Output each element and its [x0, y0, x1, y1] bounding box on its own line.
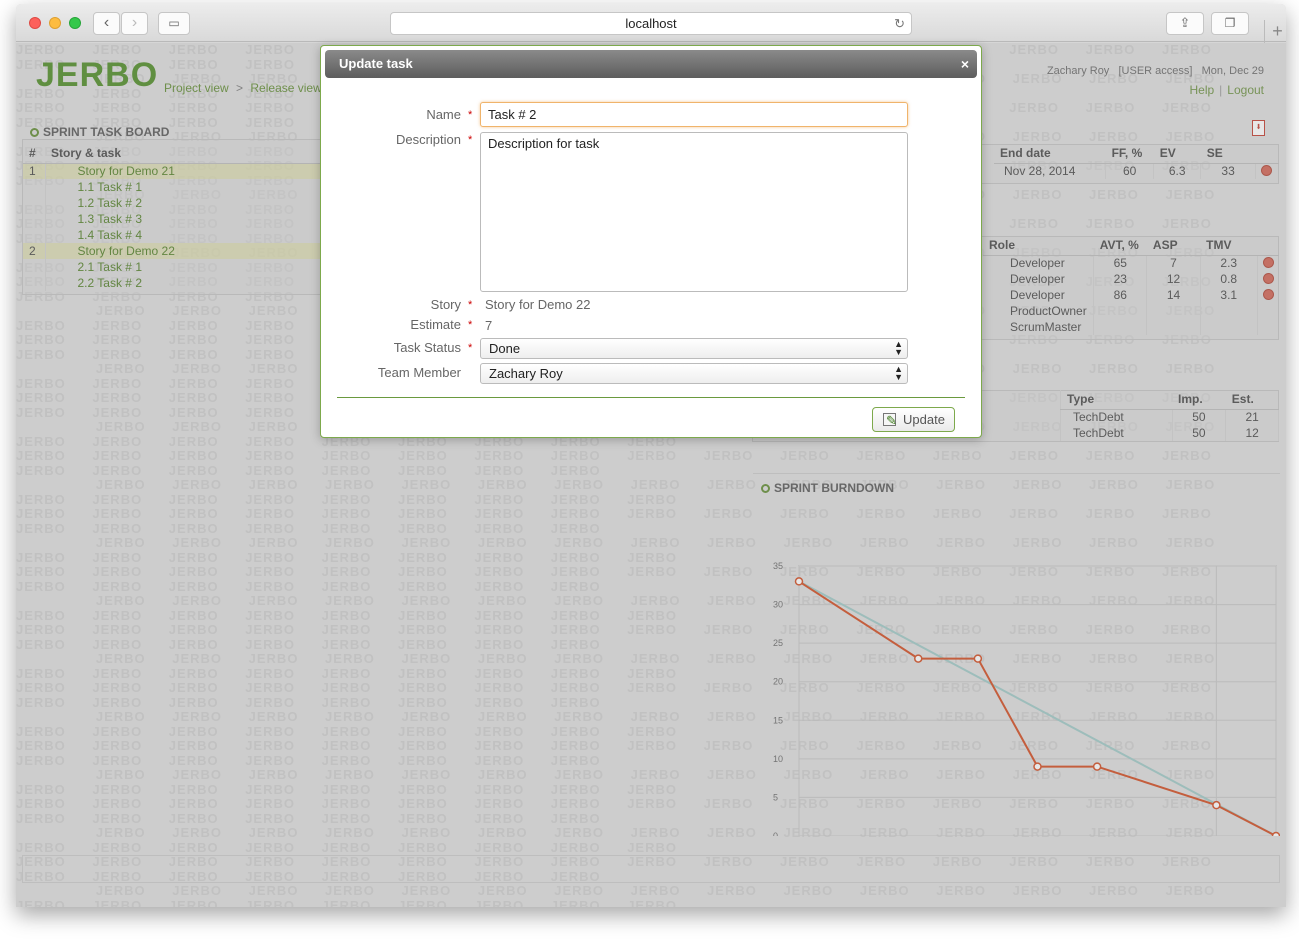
- address-bar[interactable]: localhost ↻: [390, 12, 912, 35]
- dialog-divider: [337, 397, 965, 398]
- story-value: Story for Demo 22: [485, 297, 591, 312]
- story-label: Story: [430, 297, 461, 312]
- task-status-select[interactable]: Done ▲ ▼: [480, 338, 908, 359]
- team-member-value: Zachary Roy: [489, 366, 563, 381]
- sidebar-toggle-icon[interactable]: ▭: [158, 12, 190, 35]
- select-arrows-icon: ▲ ▼: [894, 364, 903, 382]
- update-button[interactable]: Update: [872, 407, 955, 432]
- required-marker: *: [468, 134, 473, 146]
- team-member-select[interactable]: Zachary Roy ▲ ▼: [480, 363, 908, 384]
- zoom-window-button[interactable]: [69, 17, 81, 29]
- forward-icon[interactable]: ›: [121, 12, 148, 35]
- browser-titlebar: ‹ › ▭ localhost ↻ ⇪ ❐ +: [16, 4, 1286, 44]
- required-marker: *: [468, 342, 473, 354]
- task-status-value: Done: [489, 341, 521, 356]
- close-icon[interactable]: ×: [961, 50, 969, 78]
- required-marker: *: [468, 319, 473, 331]
- new-tab-icon[interactable]: +: [1264, 20, 1286, 44]
- team-member-label: Team Member: [377, 365, 461, 380]
- tabs-icon[interactable]: ❐: [1211, 12, 1249, 35]
- estimate-label: Estimate: [410, 317, 461, 332]
- url-text: localhost: [625, 16, 677, 31]
- name-input[interactable]: [480, 102, 908, 127]
- dialog-title: Update task: [339, 56, 413, 71]
- reload-icon[interactable]: ↻: [894, 13, 905, 35]
- dialog-header: Update task ×: [325, 50, 977, 78]
- required-marker: *: [468, 299, 473, 311]
- task-status-label: Task Status: [393, 340, 461, 355]
- browser-window: ‹ › ▭ localhost ↻ ⇪ ❐ + JERBO JERBO JERB…: [16, 4, 1286, 907]
- update-task-dialog: Update task × Name * Description * Descr…: [320, 45, 982, 438]
- description-label: Description: [395, 132, 461, 147]
- minimize-window-button[interactable]: [49, 17, 61, 29]
- edit-icon: [883, 409, 897, 432]
- close-window-button[interactable]: [29, 17, 41, 29]
- required-marker: *: [468, 109, 473, 121]
- update-button-label: Update: [903, 412, 945, 427]
- name-label: Name: [426, 107, 461, 122]
- back-icon[interactable]: ‹: [93, 12, 120, 35]
- select-arrows-icon: ▲ ▼: [894, 339, 903, 357]
- estimate-value: 7: [485, 318, 493, 333]
- share-icon[interactable]: ⇪: [1166, 12, 1204, 35]
- description-textarea[interactable]: Description for task: [480, 132, 908, 292]
